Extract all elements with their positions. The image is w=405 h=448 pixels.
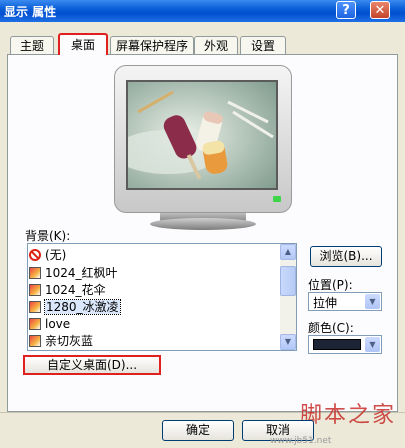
- monitor-stand: [150, 218, 256, 230]
- list-item[interactable]: love: [29, 315, 70, 333]
- tab-appearance[interactable]: 外观: [194, 36, 238, 54]
- help-button[interactable]: ?: [336, 1, 356, 19]
- background-label: 背景(K):: [25, 229, 71, 243]
- close-button[interactable]: ✕: [370, 1, 390, 19]
- site-watermark-text: www.jb51.net: [270, 436, 332, 446]
- chevron-down-icon: ▼: [365, 294, 380, 309]
- image-file-icon: [29, 301, 41, 313]
- list-item-selected[interactable]: 1280_冰激凌: [29, 298, 121, 316]
- list-item[interactable]: 亲切灰蓝: [29, 332, 93, 350]
- none-icon: [29, 249, 41, 261]
- color-label: 颜色(C):: [308, 321, 354, 335]
- image-file-icon: [29, 318, 41, 330]
- tab-settings[interactable]: 设置: [240, 36, 286, 54]
- scroll-down-icon[interactable]: ▼: [280, 334, 296, 350]
- watermark: 脚本之家: [300, 403, 397, 428]
- image-file-icon: [29, 284, 41, 296]
- color-swatch: [313, 339, 361, 350]
- wallpaper-preview: [126, 80, 278, 190]
- list-item[interactable]: (无): [29, 246, 66, 264]
- customize-desktop-button[interactable]: 自定义桌面(D)...: [23, 355, 161, 375]
- tab-screensaver[interactable]: 屏幕保护程序: [110, 36, 194, 54]
- browse-button[interactable]: 浏览(B)...: [310, 246, 382, 267]
- color-picker[interactable]: ▼: [308, 335, 382, 354]
- chevron-down-icon: ▼: [365, 337, 380, 352]
- image-file-icon: [29, 335, 41, 347]
- window-title: 显示 属性: [4, 5, 57, 19]
- list-item[interactable]: 1024_红枫叶: [29, 264, 118, 282]
- scroll-thumb[interactable]: [280, 266, 296, 296]
- image-file-icon: [29, 267, 41, 279]
- scroll-up-icon[interactable]: ▲: [280, 244, 296, 260]
- list-item[interactable]: 1024_花伞: [29, 281, 106, 299]
- ok-button[interactable]: 确定: [162, 420, 234, 441]
- power-led: [273, 196, 281, 202]
- position-select[interactable]: 拉伸 ▼: [308, 292, 382, 311]
- position-label: 位置(P):: [308, 278, 353, 292]
- tab-theme[interactable]: 主题: [10, 36, 54, 54]
- tab-desktop[interactable]: 桌面: [58, 33, 108, 55]
